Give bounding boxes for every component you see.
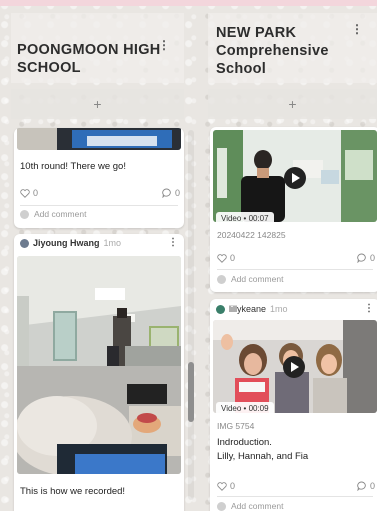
heart-icon — [20, 188, 30, 198]
comments[interactable]: 0 — [357, 253, 375, 263]
plus-icon: + — [288, 96, 297, 112]
author-name: lillykeane — [229, 304, 267, 314]
plus-icon: + — [93, 96, 102, 112]
add-comment-label: Add comment — [231, 501, 284, 511]
post-description-line1: Indroduction. — [217, 437, 272, 448]
video-filename: 20240422 142825 — [217, 230, 286, 240]
post-author: Jiyoung Hwang 1mo — [20, 238, 121, 248]
post-image — [17, 128, 181, 150]
user-avatar-icon — [217, 274, 226, 284]
post-author: lillykeane 1mo — [216, 304, 288, 314]
like-count: 0 — [230, 481, 236, 491]
like-count: 0 — [230, 253, 236, 263]
author-avatar — [20, 238, 29, 248]
post-caption: This is how we recorded! — [20, 486, 126, 497]
play-icon[interactable] — [284, 167, 306, 189]
column-title-line3: School — [216, 61, 267, 77]
comment-bubble-icon — [162, 188, 171, 198]
post-video[interactable]: Video • 00:07 — [213, 130, 377, 222]
scrollbar-track[interactable] — [188, 130, 194, 500]
video-filename: IMG 5754 — [217, 421, 255, 431]
kebab-menu-icon[interactable]: ⋮ — [364, 303, 374, 314]
column-title-line1: POONGMOON HIGH — [17, 42, 161, 58]
post-image — [17, 256, 181, 474]
add-comment-label: Add comment — [34, 209, 87, 219]
column-header: POONGMOON HIGH SCHOOL ⋮ — [11, 13, 184, 83]
post-description-line2: Lilly, Hannah, and Fia — [217, 451, 309, 462]
like-count: 0 — [33, 188, 39, 198]
add-post-button[interactable]: + — [11, 89, 184, 119]
author-name: Jiyoung Hwang — [33, 238, 100, 248]
likes[interactable]: 0 — [217, 481, 235, 491]
author-avatar — [216, 304, 225, 314]
post-card[interactable]: 10th round! There we go! 0 0 Add comment — [14, 128, 184, 228]
video-duration-badge: Video • 00:07 — [216, 212, 274, 222]
column-poongmoon: POONGMOON HIGH SCHOOL ⋮ + 10th round! Th… — [11, 0, 184, 511]
comment-count: 0 — [175, 188, 181, 198]
likes[interactable]: 0 — [217, 253, 235, 263]
post-card[interactable]: lillykeane 1mo ⋮ Video • 00:09 IMG 5754 … — [210, 299, 377, 511]
add-comment-button[interactable]: Add comment — [217, 274, 283, 284]
likes[interactable]: 0 — [20, 188, 38, 198]
comment-bubble-icon — [357, 253, 366, 263]
divider — [217, 496, 373, 497]
column-title-line1: NEW PARK — [216, 25, 297, 41]
column-title: POONGMOON HIGH SCHOOL — [17, 41, 161, 77]
add-comment-label: Add comment — [231, 274, 284, 284]
column-title-line2: SCHOOL — [17, 60, 81, 76]
add-post-button[interactable]: + — [208, 89, 377, 119]
column-newpark: NEW PARK Comprehensive School ⋮ + Video … — [208, 0, 377, 511]
comments[interactable]: 0 — [357, 481, 375, 491]
user-avatar-icon — [20, 209, 29, 219]
heart-icon — [217, 253, 227, 263]
add-comment-button[interactable]: Add comment — [20, 209, 86, 219]
column-header: NEW PARK Comprehensive School ⋮ — [208, 13, 377, 83]
play-icon[interactable] — [283, 356, 305, 378]
post-time: 1mo — [270, 304, 288, 314]
video-duration-badge: Video • 00:09 — [216, 402, 274, 413]
comment-count: 0 — [370, 481, 376, 491]
column-title: NEW PARK Comprehensive School — [216, 24, 329, 78]
kebab-menu-icon[interactable]: ⋮ — [168, 237, 178, 248]
scrollbar-thumb[interactable] — [188, 362, 194, 422]
divider — [217, 269, 373, 270]
comment-bubble-icon — [357, 481, 366, 491]
comments[interactable]: 0 — [162, 188, 180, 198]
post-time: 1mo — [103, 238, 122, 248]
column-title-line2: Comprehensive — [216, 43, 329, 59]
kebab-menu-icon[interactable]: ⋮ — [158, 39, 170, 51]
heart-icon — [217, 481, 227, 491]
kebab-menu-icon[interactable]: ⋮ — [351, 23, 363, 35]
post-caption: 10th round! There we go! — [20, 161, 126, 172]
post-card[interactable]: Jiyoung Hwang 1mo ⋮ This is how we recor… — [14, 234, 184, 511]
post-video[interactable]: Video • 00:09 — [213, 320, 377, 413]
post-card[interactable]: Video • 00:07 20240422 142825 0 0 Add co… — [210, 127, 377, 292]
add-comment-button[interactable]: Add comment — [217, 501, 283, 511]
divider — [20, 205, 178, 206]
comment-count: 0 — [370, 253, 376, 263]
user-avatar-icon — [217, 501, 226, 511]
